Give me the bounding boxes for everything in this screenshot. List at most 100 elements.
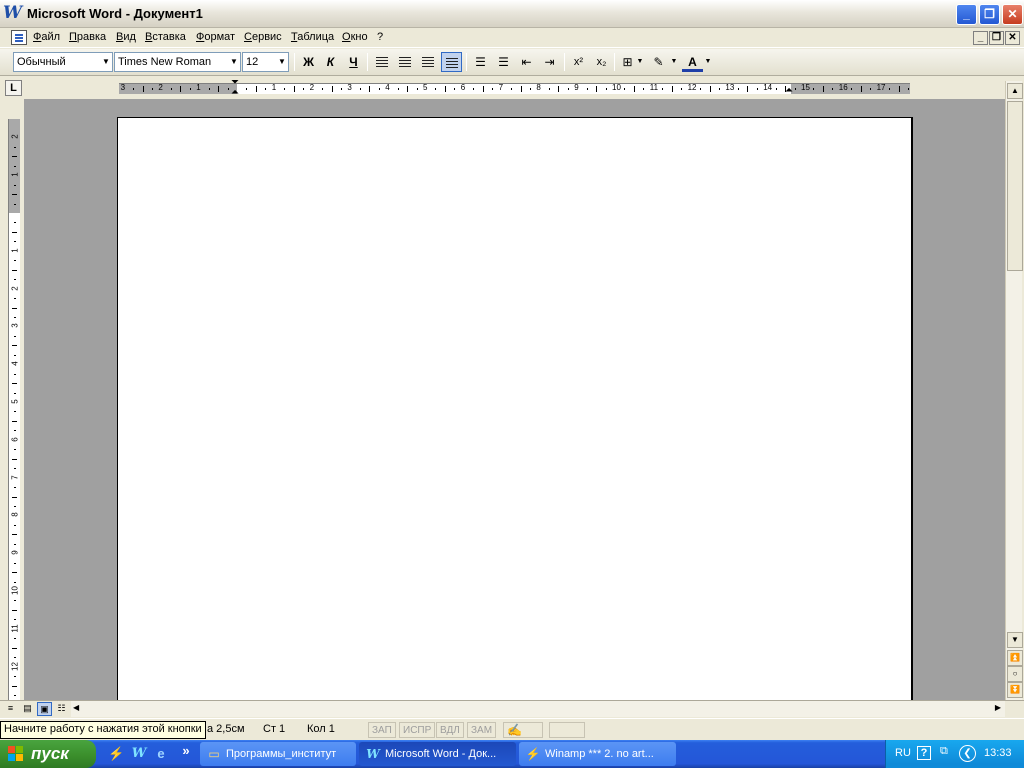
menu-help[interactable]: ? — [377, 31, 383, 43]
ruler-tick — [756, 88, 758, 90]
restore-button[interactable]: ❐ — [979, 4, 1000, 25]
task-word[interactable]: W Microsoft Word - Док... — [359, 742, 516, 766]
window-title: Microsoft Word - Документ1 — [27, 6, 203, 21]
document-page[interactable] — [117, 117, 913, 707]
language-indicator[interactable]: RU — [895, 747, 911, 759]
network-icon[interactable]: ⧉ — [940, 745, 948, 758]
horizontal-scrollbar[interactable]: ◀ ▶ — [71, 701, 1005, 717]
overtype-mode-indicator[interactable]: ЗАМ — [467, 722, 497, 738]
taskbar: пуск ⚡ W e » ▭ Программы_институт W Micr… — [0, 740, 1024, 768]
ruler-label: 14 — [763, 83, 773, 92]
minimize-button[interactable]: _ — [956, 4, 977, 25]
underline-button[interactable]: Ч — [343, 52, 364, 72]
web-view-button[interactable]: ▤ — [20, 702, 35, 716]
title-bar[interactable]: W Microsoft Word - Документ1 _ ❐ ✕ — [0, 0, 1024, 28]
highlight-dropdown[interactable]: ▼ — [668, 52, 680, 72]
scroll-down-button[interactable]: ▼ — [1007, 632, 1023, 648]
chevron-down-icon[interactable]: ▼ — [100, 53, 112, 71]
start-button[interactable]: пуск — [0, 740, 96, 768]
scroll-left-icon[interactable]: ◀ — [73, 703, 79, 712]
italic-button[interactable]: К — [320, 52, 341, 72]
outline-view-button[interactable]: ☷ — [54, 702, 69, 716]
font-color-dropdown[interactable]: ▼ — [702, 52, 714, 72]
quicklaunch-more-icon[interactable]: » — [178, 743, 194, 759]
vertical-scroll-thumb[interactable] — [1007, 101, 1023, 271]
justify-button[interactable] — [441, 52, 462, 72]
superscript-button[interactable]: x² — [568, 52, 589, 72]
increase-indent-button[interactable]: ⇥ — [539, 52, 560, 72]
task-folder[interactable]: ▭ Программы_институт — [200, 742, 356, 766]
scroll-right-icon[interactable]: ▶ — [995, 703, 1001, 712]
spelling-status-icon[interactable]: ✍ — [503, 722, 543, 738]
task-winamp[interactable]: ⚡ Winamp *** 2. no art... — [519, 742, 676, 766]
quicklaunch-ie-icon[interactable]: e — [153, 746, 169, 762]
font-size-combo[interactable]: 12 ▼ — [242, 52, 289, 72]
tab-selector[interactable]: L — [5, 80, 22, 96]
highlighter-icon: ✎ — [653, 55, 664, 69]
ruler-tick — [416, 88, 418, 90]
subscript-button[interactable]: x₂ — [591, 52, 612, 72]
menu-format[interactable]: Формат — [196, 31, 235, 43]
doc-close-button[interactable]: ✕ — [1005, 31, 1020, 45]
menu-table[interactable]: Таблица — [291, 31, 334, 43]
next-page-button[interactable]: ⏬ — [1007, 682, 1023, 698]
document-area — [24, 99, 1005, 707]
ruler-tick — [747, 86, 749, 92]
doc-minimize-button[interactable]: _ — [973, 31, 988, 45]
help-icon[interactable]: ? — [917, 746, 931, 760]
chevron-down-icon: ▼ — [670, 58, 678, 65]
decrease-indent-button[interactable]: ⇤ — [516, 52, 537, 72]
ruler-tick — [14, 203, 16, 205]
menu-edit[interactable]: Правка — [69, 31, 106, 43]
scroll-up-button[interactable]: ▲ — [1007, 83, 1023, 99]
record-mode-indicator[interactable]: ЗАП — [368, 722, 396, 738]
right-indent-marker[interactable]: ⏶ — [785, 86, 793, 96]
ruler-tick — [14, 279, 16, 281]
bulleted-list-button[interactable]: ☰ — [493, 52, 514, 72]
menu-window[interactable]: Окно — [342, 31, 368, 43]
font-color-button[interactable]: A — [682, 52, 703, 72]
ruler-tick — [14, 505, 16, 507]
menu-insert[interactable]: Вставка — [145, 31, 186, 43]
extend-mode-indicator[interactable]: ВДЛ — [436, 722, 464, 738]
ruler-tick — [170, 88, 172, 90]
borders-dropdown[interactable]: ▼ — [634, 52, 646, 72]
chevron-down-icon[interactable]: ▼ — [228, 53, 240, 71]
left-indent-marker[interactable]: ⏶ — [231, 88, 239, 98]
menu-view[interactable]: Вид — [116, 31, 136, 43]
vertical-ruler[interactable]: 2 1 1 2 3 4 5 6 7 8 9 10 11 12 — [8, 119, 20, 701]
document-icon[interactable] — [11, 30, 27, 45]
outline-view-icon: ☷ — [57, 703, 66, 713]
menu-tools[interactable]: Сервис — [244, 31, 282, 43]
align-left-button[interactable] — [371, 52, 392, 72]
align-center-button[interactable] — [394, 52, 415, 72]
ruler-label: 3 — [347, 83, 352, 92]
align-right-icon — [421, 57, 434, 69]
print-layout-button[interactable]: ▣ — [37, 702, 52, 716]
quicklaunch-winamp-icon[interactable]: ⚡ — [108, 746, 124, 762]
show-hidden-icons-button[interactable]: ❮ — [959, 745, 976, 762]
ruler-label: 5 — [423, 83, 428, 92]
vertical-scrollbar[interactable]: ▲ ▼ ⏫ ○ ⏬ — [1005, 81, 1023, 701]
highlight-button[interactable]: ✎ — [648, 52, 669, 72]
horizontal-ruler[interactable]: 3 2 1 1 2 3 4 5 6 7 8 9 10 11 12 13 14 15 16 17 ⏷ ⏶ ⏶ — [119, 78, 910, 98]
quicklaunch-word-icon[interactable]: W — [131, 746, 147, 762]
font-combo[interactable]: Times New Roman ▼ — [114, 52, 241, 72]
menu-file[interactable]: Файл — [33, 31, 60, 43]
numbered-list-button[interactable]: ☰ — [470, 52, 491, 72]
borders-icon: ⊞ — [622, 55, 633, 69]
select-browse-object-button[interactable]: ○ — [1007, 666, 1023, 682]
close-button[interactable]: ✕ — [1002, 4, 1023, 25]
ruler-tick — [14, 468, 16, 470]
ruler-label: 1 — [10, 172, 20, 177]
doc-restore-button[interactable]: ❐ — [989, 31, 1004, 45]
bold-button[interactable]: Ж — [298, 52, 319, 72]
chevron-down-icon[interactable]: ▼ — [276, 53, 288, 71]
ruler-label: 1 — [271, 83, 277, 92]
ruler-tick — [643, 88, 645, 90]
track-changes-indicator[interactable]: ИСПР — [399, 722, 436, 738]
normal-view-button[interactable]: ≡ — [3, 702, 18, 716]
align-right-button[interactable] — [417, 52, 438, 72]
style-combo[interactable]: Обычный ▼ — [13, 52, 113, 72]
previous-page-button[interactable]: ⏫ — [1007, 650, 1023, 666]
